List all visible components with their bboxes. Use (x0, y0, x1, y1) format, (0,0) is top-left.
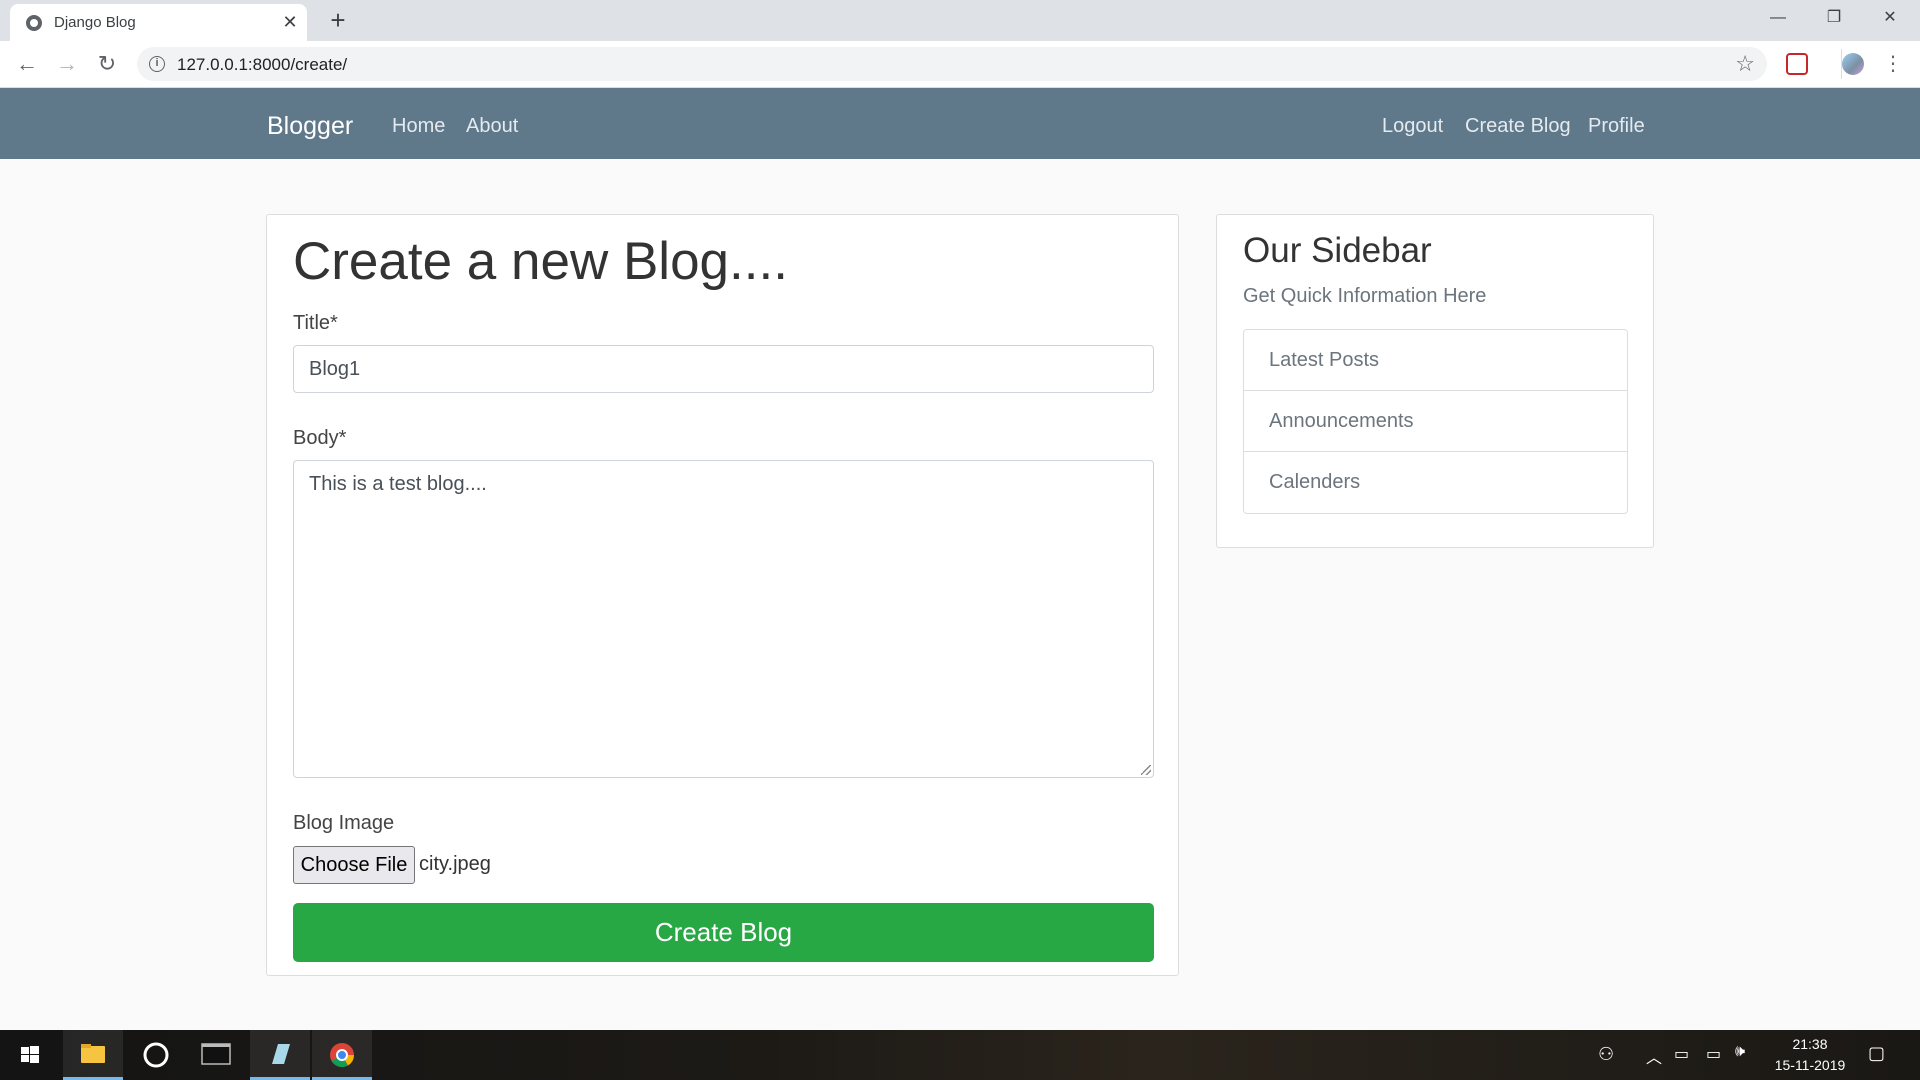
profile-avatar-icon[interactable] (1842, 53, 1864, 75)
sidebar-title: Our Sidebar (1243, 231, 1432, 270)
nav-link-home[interactable]: Home (392, 115, 445, 138)
resize-grip-icon[interactable] (1141, 765, 1151, 775)
site-navbar: Blogger Home About Logout Create Blog Pr… (0, 88, 1920, 159)
sidebar: Our Sidebar Get Quick Information Here L… (1216, 214, 1654, 548)
clock-time[interactable]: 21:38 (1770, 1036, 1850, 1052)
new-tab-button[interactable]: + (324, 6, 352, 34)
url-text[interactable]: 127.0.0.1:8000/create/ (177, 55, 347, 75)
tab-title: Django Blog (54, 14, 136, 31)
body-textarea[interactable]: This is a test blog.... (293, 460, 1154, 778)
nav-link-logout[interactable]: Logout (1382, 115, 1443, 138)
clock-date[interactable]: 15-11-2019 (1762, 1057, 1858, 1073)
windows-start-icon[interactable] (0, 1030, 60, 1080)
notifications-icon[interactable]: ▢ (1868, 1043, 1885, 1064)
choose-file-button[interactable]: Choose File (293, 846, 415, 884)
volume-icon[interactable]: 🕪 (1735, 1043, 1745, 1061)
windows-taskbar: ⚇ ︿ ▭ ▭ 🕪 21:38 15-11-2019 ▢ (0, 1030, 1920, 1080)
sidebar-item-announcements[interactable]: Announcements (1244, 391, 1627, 452)
browser-toolbar: ← → ↻ i 127.0.0.1:8000/create/ ☆ ⋮ (0, 41, 1920, 88)
bookmark-star-icon[interactable]: ☆ (1735, 51, 1755, 77)
people-icon[interactable]: ⚇ (1598, 1044, 1614, 1065)
window-restore-button[interactable]: ❐ (1806, 0, 1862, 36)
window-close-button[interactable]: ✕ (1862, 0, 1918, 36)
nav-link-about[interactable]: About (466, 115, 518, 138)
title-label: Title* (293, 312, 338, 334)
menu-dots-icon[interactable]: ⋮ (1878, 49, 1908, 79)
brand-logo[interactable]: Blogger (267, 112, 353, 141)
body-label: Body* (293, 427, 347, 449)
title-input[interactable]: Blog1 (293, 345, 1154, 393)
back-arrow-icon[interactable]: ← (12, 49, 42, 79)
sidebar-subtitle: Get Quick Information Here (1243, 285, 1487, 307)
create-blog-button[interactable]: Create Blog (293, 903, 1154, 962)
tab-close-icon[interactable]: ✕ (280, 12, 300, 32)
body-text: This is a test blog.... (309, 473, 487, 495)
pocket-extension-icon[interactable] (1786, 53, 1808, 75)
network-icon[interactable]: ▭ (1674, 1044, 1689, 1064)
cortana-search-icon[interactable] (126, 1030, 186, 1080)
browser-tab[interactable]: Django Blog ✕ (10, 4, 307, 41)
forward-arrow-icon[interactable]: → (52, 49, 82, 79)
chrome-icon[interactable] (312, 1030, 372, 1080)
sidebar-list: Latest Posts Announcements Calenders (1243, 329, 1628, 514)
image-label: Blog Image (293, 812, 395, 834)
notes-app-icon[interactable] (250, 1030, 310, 1080)
sidebar-item-latest-posts[interactable]: Latest Posts (1244, 330, 1627, 391)
create-blog-card: Create a new Blog.... Title* Blog1 Body*… (266, 214, 1179, 976)
selected-file-name: city.jpeg (419, 853, 491, 875)
info-icon[interactable]: i (149, 56, 165, 72)
nav-link-profile[interactable]: Profile (1588, 115, 1645, 138)
battery-icon[interactable]: ▭ (1706, 1044, 1721, 1064)
terminal-icon[interactable] (186, 1030, 246, 1080)
sidebar-item-calenders[interactable]: Calenders (1244, 452, 1627, 513)
reload-icon[interactable]: ↻ (92, 49, 122, 79)
file-explorer-icon[interactable] (63, 1030, 123, 1080)
nav-link-create-blog[interactable]: Create Blog (1465, 115, 1571, 138)
tray-chevron-up-icon[interactable]: ︿ (1646, 1044, 1662, 1068)
browser-tab-strip: Django Blog ✕ + — ❐ ✕ (0, 0, 1920, 41)
page-title: Create a new Blog.... (293, 232, 788, 291)
globe-icon (26, 15, 42, 31)
window-minimize-button[interactable]: — (1750, 0, 1806, 36)
address-bar[interactable]: i 127.0.0.1:8000/create/ ☆ (137, 47, 1767, 81)
